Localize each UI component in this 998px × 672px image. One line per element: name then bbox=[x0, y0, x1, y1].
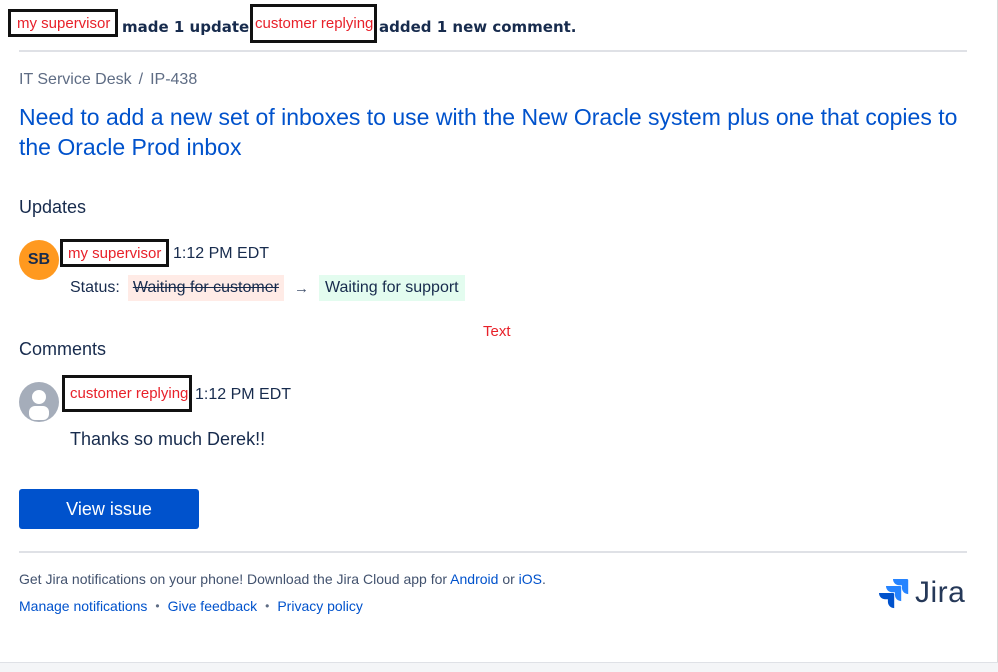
divider bbox=[19, 551, 967, 553]
view-issue-button[interactable]: View issue bbox=[19, 489, 199, 529]
give-feedback-link[interactable]: Give feedback bbox=[168, 598, 258, 614]
android-link[interactable]: Android bbox=[450, 571, 498, 587]
redacted-name-box: my supervisor bbox=[8, 9, 118, 37]
jira-icon bbox=[879, 579, 909, 609]
annotation-text: Text bbox=[483, 323, 511, 340]
summary-update-text: made 1 update. bbox=[122, 18, 255, 36]
comments-heading: Comments bbox=[19, 339, 107, 359]
footer-promo-text: Get Jira notifications on your phone! Do… bbox=[19, 571, 448, 587]
arrow-right-icon: → bbox=[293, 279, 309, 297]
redacted-name-box: customer replying bbox=[62, 375, 192, 412]
redacted-name-box: customer replying bbox=[250, 4, 377, 43]
manage-notifications-link[interactable]: Manage notifications bbox=[19, 598, 147, 614]
comment-body: Thanks so much Derek!! bbox=[70, 429, 266, 449]
status-label: Status: bbox=[70, 279, 120, 296]
actor-label: customer replying bbox=[255, 15, 374, 32]
redacted-name-box: my supervisor bbox=[60, 239, 169, 267]
old-status-lozenge: Waiting for customer bbox=[127, 275, 284, 301]
comment-author: customer replying bbox=[70, 385, 189, 402]
footer-app-promo: Get Jira notifications on your phone! Do… bbox=[19, 571, 546, 587]
privacy-policy-link[interactable]: Privacy policy bbox=[277, 598, 363, 614]
status-change: Status: Waiting for customer → Waiting f… bbox=[70, 273, 465, 303]
summary-comment-text: added 1 new comment. bbox=[379, 18, 577, 36]
jira-logo: Jira bbox=[877, 576, 965, 610]
bullet-separator: • bbox=[155, 599, 160, 613]
actor-label: my supervisor bbox=[17, 14, 111, 32]
avatar-initials: SB bbox=[27, 251, 51, 268]
breadcrumb-separator: / bbox=[138, 71, 144, 88]
issue-title-link[interactable]: Need to add a new set of inboxes to use … bbox=[19, 102, 959, 162]
footer-links: Manage notifications • Give feedback • P… bbox=[19, 598, 363, 614]
window-bottom-edge bbox=[0, 662, 998, 672]
ios-link[interactable]: iOS bbox=[519, 571, 542, 587]
breadcrumb-issue-key[interactable]: IP-438 bbox=[150, 71, 197, 88]
default-avatar-icon bbox=[19, 382, 59, 422]
update-author: my supervisor bbox=[68, 244, 162, 262]
bullet-separator: • bbox=[265, 599, 270, 613]
divider bbox=[19, 50, 967, 52]
email-notification: my supervisor made 1 update. customer re… bbox=[0, 0, 998, 672]
breadcrumb-project[interactable]: IT Service Desk bbox=[19, 71, 132, 88]
update-time: 1:12 PM EDT bbox=[173, 245, 270, 262]
new-status-lozenge: Waiting for support bbox=[318, 275, 465, 301]
avatar: SB bbox=[19, 240, 59, 280]
footer-period: . bbox=[542, 571, 546, 587]
jira-wordmark: Jira bbox=[915, 576, 966, 609]
breadcrumb: IT Service Desk / IP-438 bbox=[19, 71, 197, 89]
comment-time: 1:12 PM EDT bbox=[195, 386, 292, 403]
footer-or-text: or bbox=[502, 571, 515, 587]
updates-heading: Updates bbox=[19, 197, 87, 217]
